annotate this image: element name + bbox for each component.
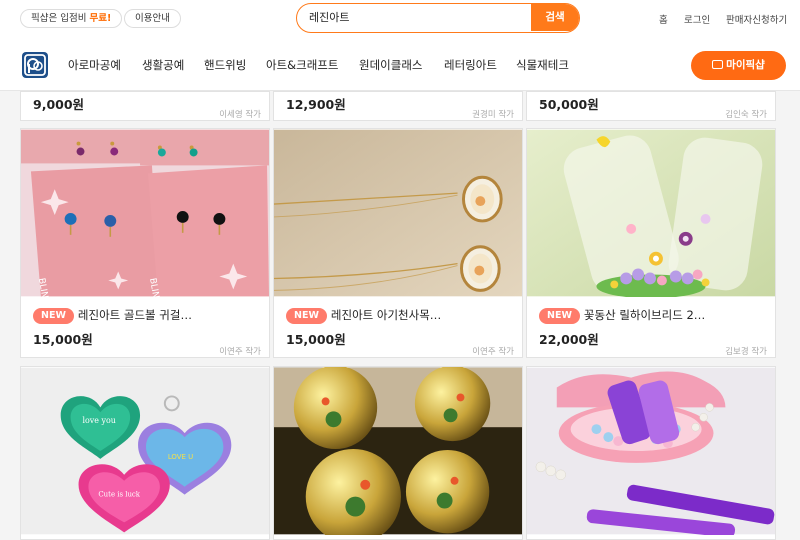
necklace-image[interactable]: [274, 129, 522, 297]
product-artist[interactable]: 이연주 작가: [219, 345, 261, 357]
product-card[interactable]: 12,900원 권경미 작가: [273, 91, 523, 121]
nav-art-craft[interactable]: 아트&크래프트: [266, 57, 338, 73]
product-artist[interactable]: 이연주 작가: [472, 345, 514, 357]
top-bar: 픽샵은 입점비 무료! 이용안내 레진아트 검색 홈 로그인 판매자신청하기: [0, 0, 800, 38]
my-pixhop-button[interactable]: 마이픽샵: [691, 51, 786, 80]
product-card[interactable]: BLING BLING NEW 레진아트 골드볼 귀걸… 15,000원 이연주 …: [20, 128, 270, 358]
login-link[interactable]: 로그인: [684, 12, 710, 26]
resin-hairpins-image[interactable]: [527, 367, 775, 535]
product-price: 22,000원: [539, 332, 599, 347]
product-card[interactable]: 50,000원 김인숙 작가: [526, 91, 776, 121]
resin-flowers-image[interactable]: [527, 129, 775, 297]
love-u-text: LOVE U: [168, 453, 193, 461]
search-button[interactable]: 검색: [531, 4, 579, 31]
product-price: 15,000원: [286, 332, 346, 347]
product-title[interactable]: NEW 레진아트 아기천사목…: [286, 307, 441, 324]
search-bar: 레진아트 검색: [296, 3, 580, 33]
nav-oneday[interactable]: 원데이클래스: [359, 57, 422, 73]
product-title[interactable]: NEW 레진아트 골드볼 귀걸…: [33, 307, 192, 324]
pixhop-logo[interactable]: [22, 52, 48, 78]
product-title[interactable]: NEW 꽃동산 릴하이브리드 2…: [539, 307, 705, 324]
product-card[interactable]: [526, 366, 776, 540]
heart-keychains-image[interactable]: love you LOVE U Cute is luck: [21, 367, 269, 535]
free-entry-badge[interactable]: 픽샵은 입점비 무료!: [20, 9, 123, 28]
product-title-text: 레진아트 골드볼 귀걸…: [77, 308, 192, 322]
promo-accent: 무료!: [89, 13, 112, 24]
product-price: 12,900원: [286, 97, 346, 112]
new-badge: NEW: [539, 308, 580, 324]
new-badge: NEW: [33, 308, 74, 324]
product-title-text: 꽃동산 릴하이브리드 2…: [583, 308, 706, 322]
product-card[interactable]: NEW 꽃동산 릴하이브리드 2… 22,000원 김보경 작가: [526, 128, 776, 358]
cute-is-luck-text: Cute is luck: [98, 491, 140, 499]
product-price: 50,000원: [539, 97, 599, 112]
product-card[interactable]: NEW 레진아트 아기천사목… 15,000원 이연주 작가: [273, 128, 523, 358]
product-card[interactable]: [273, 366, 523, 540]
promo-text: 픽샵은 입점비: [31, 13, 90, 24]
nav-living[interactable]: 생활공예: [142, 57, 184, 73]
category-nav: 아로마공예 생활공예 핸드위빙 아트&크래프트 원데이클래스 레터링아트 식물재…: [0, 38, 800, 91]
product-price: 9,000원: [33, 97, 85, 112]
earrings-image[interactable]: BLING BLING: [21, 129, 269, 297]
seller-apply-link[interactable]: 판매자신청하기: [726, 12, 787, 26]
product-card[interactable]: love you LOVE U Cute is luck: [20, 366, 270, 540]
guide-button[interactable]: 이용안내: [124, 9, 181, 28]
search-input[interactable]: 레진아트: [309, 4, 349, 31]
new-badge: NEW: [286, 308, 327, 324]
product-artist[interactable]: 김인숙 작가: [725, 108, 767, 120]
product-artist[interactable]: 이세영 작가: [219, 108, 261, 120]
nav-aroma[interactable]: 아로마공예: [68, 57, 121, 73]
resin-spheres-image[interactable]: [274, 367, 522, 535]
nav-weaving[interactable]: 핸드위빙: [204, 57, 246, 73]
nav-plants[interactable]: 식물재테크: [516, 57, 569, 73]
my-pixhop-label: 마이픽샵: [726, 59, 765, 71]
nav-lettering[interactable]: 레터링아트: [444, 57, 497, 73]
home-link[interactable]: 홈: [659, 12, 668, 26]
product-card[interactable]: 9,000원 이세영 작가: [20, 91, 270, 121]
product-title-text: 레진아트 아기천사목…: [330, 308, 442, 322]
product-artist[interactable]: 권경미 작가: [472, 108, 514, 120]
product-artist[interactable]: 김보경 작가: [725, 345, 767, 357]
id-card-icon: [712, 60, 724, 69]
product-price: 15,000원: [33, 332, 93, 347]
love-you-text: love you: [83, 416, 116, 425]
